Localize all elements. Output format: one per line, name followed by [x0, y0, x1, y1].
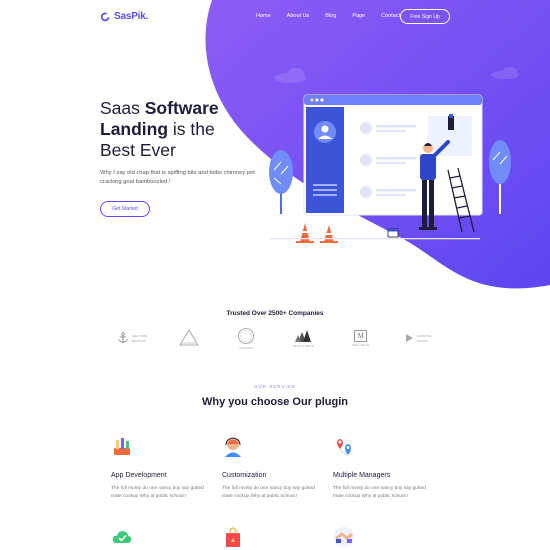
hero-title-end: Best Ever — [100, 140, 176, 160]
hero-title-bold-1: Software — [144, 98, 219, 118]
square-letter-icon: M — [354, 329, 368, 342]
feature-card: Customization The full monty do one nanc… — [222, 436, 332, 501]
feature-card — [111, 526, 221, 550]
service-section-title: Why you choose Our plugin — [201, 396, 349, 408]
hero-section: Saas Software Landing is the Best Ever W… — [100, 98, 280, 217]
feature-title: Customization — [222, 472, 267, 479]
feature-description: The full monty do one nancy boy say gutt… — [222, 486, 315, 499]
browser-window-illustration — [303, 94, 483, 216]
partner-logo-black-peak[interactable]: BLACK PEAK — [282, 329, 326, 348]
get-started-button[interactable]: Get Started — [100, 201, 150, 217]
map-pins-icon — [337, 439, 351, 456]
trees-icon — [294, 329, 311, 342]
logo-icon — [100, 12, 110, 21]
tree-icon — [489, 140, 511, 214]
hero-title-bold-2: Landing — [100, 119, 169, 139]
brand-name: SEA TIME — [131, 334, 148, 338]
triangle-icon — [179, 329, 199, 346]
partner-logo-groove[interactable]: GROOVE MUSIC — [396, 333, 440, 343]
support-agent-icon — [225, 437, 241, 457]
service-section-label: OUR SERVICE — [254, 384, 296, 389]
play-icon — [406, 334, 414, 342]
nav-link-blog[interactable]: Blog — [325, 13, 336, 19]
circle-badge-icon — [238, 327, 255, 344]
hero-title: Saas Software Landing is the Best Ever — [100, 98, 280, 161]
nav-link-page[interactable]: Page — [352, 13, 365, 19]
anchor-icon — [117, 332, 128, 343]
nav-link-home[interactable]: Home — [256, 13, 271, 19]
brand-sub: MUSIC — [417, 339, 428, 343]
logo-text: SasPik. — [114, 11, 149, 22]
feature-card — [333, 526, 443, 550]
brand-sub: MAX TECH — [352, 342, 370, 347]
nav-menu: Home About Us Blog Page Contact — [256, 13, 416, 19]
traffic-cone-icon — [296, 223, 338, 243]
partner-logo-sea-time[interactable]: SEA TIME BOATING — [110, 332, 154, 344]
partner-logo-classic[interactable]: CLASSIC — [224, 327, 268, 350]
feature-description: The full monty do one nancy boy say gutt… — [111, 486, 204, 499]
paint-brushes-icon — [114, 438, 130, 455]
feature-description: The full monty do one nancy boy say gutt… — [333, 486, 426, 499]
partner-logo-triangle[interactable] — [167, 329, 211, 347]
feature-card: Multiple Managers The full monty do one … — [333, 436, 443, 501]
cloud-check-icon — [112, 531, 132, 543]
navbar: SasPik. Home About Us Blog Page Contact … — [0, 0, 550, 34]
brand-name: CLASSIC — [239, 345, 254, 350]
paint-bucket-icon — [387, 228, 399, 238]
nav-link-about[interactable]: About Us — [287, 13, 310, 19]
feature-title: App Development — [111, 472, 167, 479]
shopping-bag-icon — [226, 527, 240, 547]
hero-illustration — [269, 94, 511, 243]
brand-sub: BOATING — [131, 339, 147, 343]
feature-card — [222, 526, 332, 550]
partner-logo-max-tech[interactable]: M MAX TECH — [339, 329, 383, 347]
hero-title-prefix: Saas — [100, 98, 145, 118]
trusted-heading: Trusted Over 2500+ Companies — [226, 310, 324, 317]
brand-name: BLACK PEAK — [293, 343, 314, 348]
hero-description: Why I say old chap that is spiffing bits… — [100, 170, 255, 185]
logo[interactable]: SasPik. — [100, 11, 148, 22]
nav-link-contact[interactable]: Contact — [381, 13, 400, 19]
hero-title-mid: is the — [168, 119, 215, 139]
feature-card: App Development The full monty do one na… — [111, 436, 221, 501]
handshake-icon — [334, 527, 354, 547]
partner-logos: SEA TIME BOATING CLASSIC BLACK PEAK M MA… — [110, 326, 440, 350]
brand-name: GROOVE — [417, 334, 432, 338]
feature-title: Multiple Managers — [333, 472, 391, 479]
free-signup-button[interactable]: Free Sign Up — [400, 9, 450, 24]
